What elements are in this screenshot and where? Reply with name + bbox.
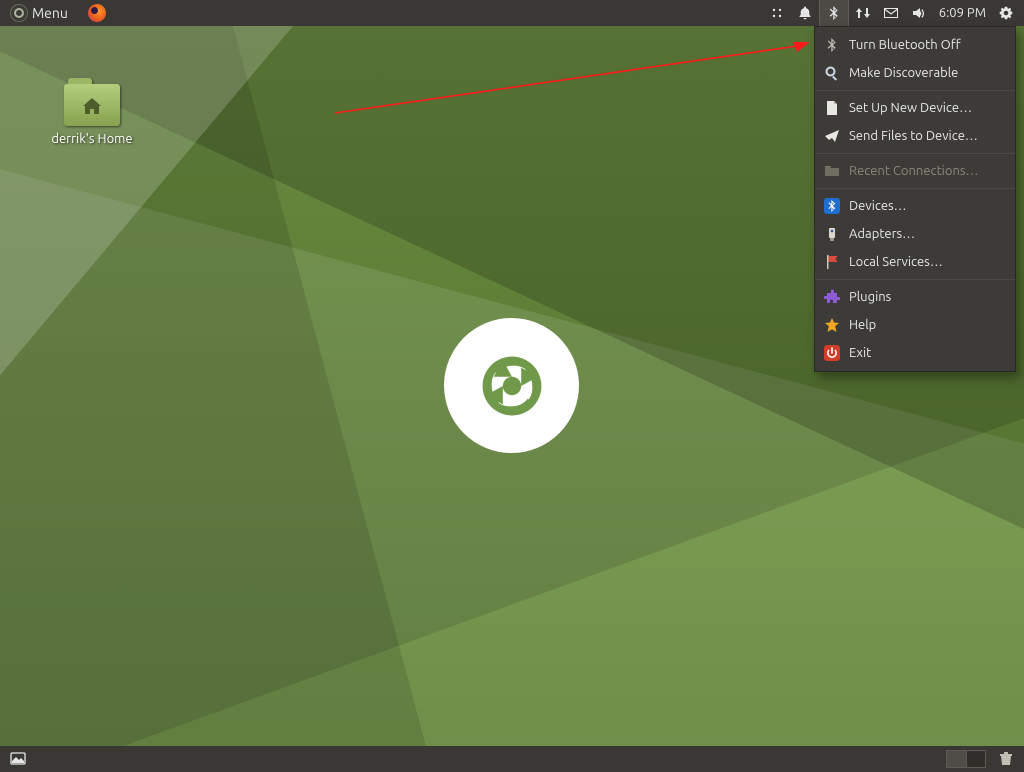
bluetooth-blue-icon: [823, 197, 841, 215]
bt-item-discoverable[interactable]: Make Discoverable: [815, 59, 1015, 87]
trash-button[interactable]: [992, 746, 1020, 772]
mate-desktop-logo: [444, 318, 579, 453]
menu-separator: [815, 153, 1015, 154]
tray-mail[interactable]: [877, 0, 905, 26]
document-add-icon: [823, 99, 841, 117]
send-icon: [823, 127, 841, 145]
bt-item-turn-off[interactable]: Turn Bluetooth Off: [815, 31, 1015, 59]
top-panel: Menu 6:09 PM: [0, 0, 1024, 26]
flag-icon: [823, 253, 841, 271]
bt-item-devices[interactable]: Devices…: [815, 192, 1015, 220]
menu-item-label: Devices…: [849, 199, 907, 213]
menu-item-label: Send Files to Device…: [849, 129, 978, 143]
folder-icon: [64, 78, 120, 126]
menu-separator: [815, 279, 1015, 280]
bt-item-local-services[interactable]: Local Services…: [815, 248, 1015, 276]
panel-right: 6:09 PM: [763, 0, 1020, 26]
tray-grip[interactable]: [763, 0, 791, 26]
bt-item-recent-connections: Recent Connections…: [815, 157, 1015, 185]
bt-item-exit[interactable]: Exit: [815, 339, 1015, 367]
tray-network[interactable]: [849, 0, 877, 26]
menu-item-label: Set Up New Device…: [849, 101, 972, 115]
adapter-icon: [823, 225, 841, 243]
menu-separator: [815, 90, 1015, 91]
panel-left: Menu: [4, 0, 112, 26]
show-desktop-icon: [10, 751, 26, 767]
tray-clock[interactable]: 6:09 PM: [933, 0, 992, 26]
menu-item-label: Turn Bluetooth Off: [849, 38, 961, 52]
bt-item-adapters[interactable]: Adapters…: [815, 220, 1015, 248]
menu-separator: [815, 188, 1015, 189]
bell-icon: [797, 5, 813, 21]
network-updown-icon: [855, 5, 871, 21]
search-icon: [823, 64, 841, 82]
puzzle-icon: [823, 288, 841, 306]
home-glyph-icon: [83, 98, 101, 114]
workspace-switcher-grid: [946, 750, 986, 768]
gear-icon: [998, 5, 1014, 21]
show-desktop-button[interactable]: [4, 746, 32, 772]
mail-icon: [883, 5, 899, 21]
clock-text: 6:09 PM: [939, 6, 986, 20]
firefox-icon: [88, 4, 106, 22]
menu-item-label: Exit: [849, 346, 871, 360]
main-menu-button[interactable]: Menu: [4, 0, 82, 26]
menu-item-label: Local Services…: [849, 255, 943, 269]
star-icon: [823, 316, 841, 334]
bottom-panel: [0, 746, 1024, 772]
trash-icon: [998, 751, 1014, 767]
menu-item-label: Adapters…: [849, 227, 915, 241]
folder-icon: [823, 162, 841, 180]
mate-logo-icon: [466, 340, 558, 432]
firefox-launcher[interactable]: [82, 0, 112, 26]
ubuntu-mate-icon: [10, 4, 28, 22]
home-folder-icon[interactable]: derrik's Home: [42, 78, 142, 146]
tray-sound[interactable]: [905, 0, 933, 26]
menu-item-label: Make Discoverable: [849, 66, 958, 80]
power-icon: [823, 344, 841, 362]
main-menu-label: Menu: [28, 5, 76, 21]
home-folder-label: derrik's Home: [51, 132, 132, 146]
workspace-switcher[interactable]: [940, 746, 992, 772]
menu-item-label: Help: [849, 318, 876, 332]
grip-icon: [769, 5, 785, 21]
tray-settings[interactable]: [992, 0, 1020, 26]
tray-notifications[interactable]: [791, 0, 819, 26]
bluetooth-icon: [823, 36, 841, 54]
menu-item-label: Plugins: [849, 290, 891, 304]
bt-item-plugins[interactable]: Plugins: [815, 283, 1015, 311]
menu-item-label: Recent Connections…: [849, 164, 978, 178]
volume-icon: [911, 5, 927, 21]
tray-bluetooth[interactable]: [819, 0, 849, 26]
bluetooth-menu: Turn Bluetooth Off Make Discoverable Set…: [814, 26, 1016, 372]
bt-item-help[interactable]: Help: [815, 311, 1015, 339]
bt-item-setup-device[interactable]: Set Up New Device…: [815, 94, 1015, 122]
bluetooth-icon: [826, 5, 842, 21]
bt-item-send-files[interactable]: Send Files to Device…: [815, 122, 1015, 150]
